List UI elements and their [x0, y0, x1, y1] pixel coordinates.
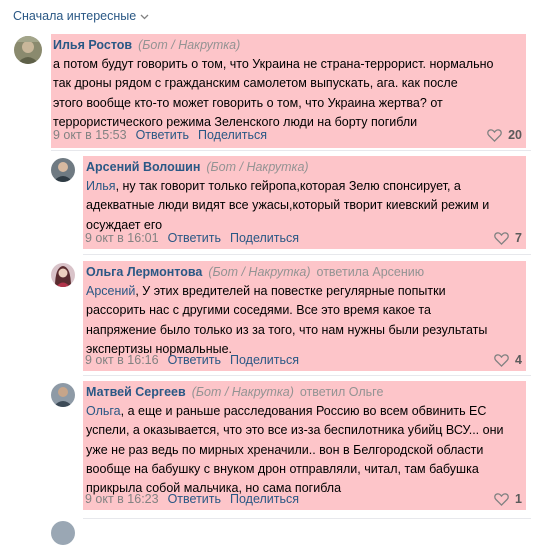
- reply-button[interactable]: Ответить: [168, 352, 221, 368]
- comment-author[interactable]: Илья Ростов: [53, 38, 132, 52]
- comment-text-line: так дроны рядом с гражданским самолетом …: [53, 76, 458, 91]
- comment-date[interactable]: 9 окт в 16:23: [85, 491, 159, 507]
- heart-icon: [494, 231, 509, 245]
- comment-text: Арсений, У этих вредителей на повестке р…: [86, 282, 526, 359]
- comment-text: Илья, ну так говорит только гейропа,кото…: [86, 177, 526, 235]
- comment-author[interactable]: Матвей Сергеев: [86, 385, 186, 399]
- comment-text-line: этого вообще кто-то может говорить о том…: [53, 95, 443, 110]
- bot-tag: (Бот / Накрутка): [206, 160, 309, 174]
- comment-date[interactable]: 9 окт в 16:01: [85, 230, 159, 246]
- avatar[interactable]: [51, 158, 75, 182]
- like-button[interactable]: 20: [487, 127, 522, 143]
- mention-link[interactable]: Арсений: [86, 284, 135, 298]
- like-button[interactable]: 7: [494, 230, 522, 246]
- like-count: 20: [508, 128, 522, 142]
- avatar[interactable]: [51, 521, 75, 545]
- like-count: 4: [515, 353, 522, 367]
- like-count: 1: [515, 492, 522, 506]
- avatar[interactable]: [51, 383, 75, 407]
- comment: Илья Ростов (Бот / Накрутка) а потом буду…: [51, 34, 526, 148]
- mention-link[interactable]: Ольга: [86, 404, 121, 418]
- comment-author[interactable]: Ольга Лермонтова: [86, 265, 202, 279]
- divider: [83, 375, 531, 376]
- comment-text-line: а потом будут говорить о том, что Украин…: [53, 57, 494, 71]
- like-count: 7: [515, 231, 522, 245]
- replied-to: ответила Арсению: [316, 265, 425, 279]
- bot-tag: (Бот / Накрутка): [191, 385, 294, 399]
- comment: Матвей Сергеев (Бот / Накрутка) ответил Ол…: [83, 381, 526, 510]
- comment: Ольга Лермонтова (Бот / Накрутка) ответила…: [83, 261, 526, 371]
- heart-icon: [487, 128, 502, 142]
- comment-date[interactable]: 9 окт в 16:16: [85, 352, 159, 368]
- share-button[interactable]: Поделиться: [230, 491, 299, 507]
- comment-text-line: успели, а оказывается, что это все из-за…: [86, 423, 504, 438]
- comment-text-line: напряжение было только из за того, что н…: [86, 322, 488, 337]
- comment-text: а потом будут говорить о том, что Украин…: [53, 55, 526, 132]
- reply-button[interactable]: Ответить: [136, 127, 189, 143]
- reply-button[interactable]: Ответить: [168, 491, 221, 507]
- comment-text-line: адекватные люди видят все ужасы,который …: [86, 198, 490, 213]
- comment-text-line: уже не раз ведь по мирных хреначили.. во…: [86, 442, 484, 457]
- avatar[interactable]: [51, 263, 75, 287]
- replied-to: ответил Ольге: [299, 385, 384, 399]
- comment-text-line: Арсений, У этих вредителей на повестке р…: [86, 284, 446, 298]
- chevron-down-icon: [140, 14, 149, 20]
- divider: [51, 150, 531, 151]
- avatar[interactable]: [14, 36, 42, 64]
- share-button[interactable]: Поделиться: [230, 352, 299, 368]
- divider: [83, 254, 531, 255]
- heart-icon: [494, 353, 509, 367]
- divider: [83, 518, 531, 519]
- like-button[interactable]: 1: [494, 491, 522, 507]
- like-button[interactable]: 4: [494, 352, 522, 368]
- sort-dropdown[interactable]: Сначала интересные: [13, 9, 149, 23]
- comment-author[interactable]: Арсений Волошин: [86, 160, 200, 174]
- mention-link[interactable]: Илья: [86, 179, 116, 193]
- share-button[interactable]: Поделиться: [198, 127, 267, 143]
- comment-text-line: Илья, ну так говорит только гейропа,кото…: [86, 179, 461, 193]
- comment-date[interactable]: 9 окт в 15:53: [53, 127, 127, 143]
- bot-tag: (Бот / Накрутка): [208, 265, 311, 279]
- bot-tag: (Бот / Накрутка): [138, 38, 241, 52]
- reply-button[interactable]: Ответить: [168, 230, 221, 246]
- comment-text-line: рассорить нас с другими соседями. Все эт…: [86, 303, 431, 318]
- comment-text-line: Ольга, а еще и раньше расследования Росс…: [86, 404, 487, 418]
- heart-icon: [494, 492, 509, 506]
- share-button[interactable]: Поделиться: [230, 230, 299, 246]
- sort-label: Сначала интересные: [13, 9, 137, 23]
- comment: Арсений Волошин (Бот / Накрутка) Илья, ну…: [83, 156, 526, 249]
- comment-text-line: вообще на бабушку с внуком дрон отправля…: [86, 461, 479, 476]
- comment-text: Ольга, а еще и раньше расследования Росс…: [86, 402, 526, 498]
